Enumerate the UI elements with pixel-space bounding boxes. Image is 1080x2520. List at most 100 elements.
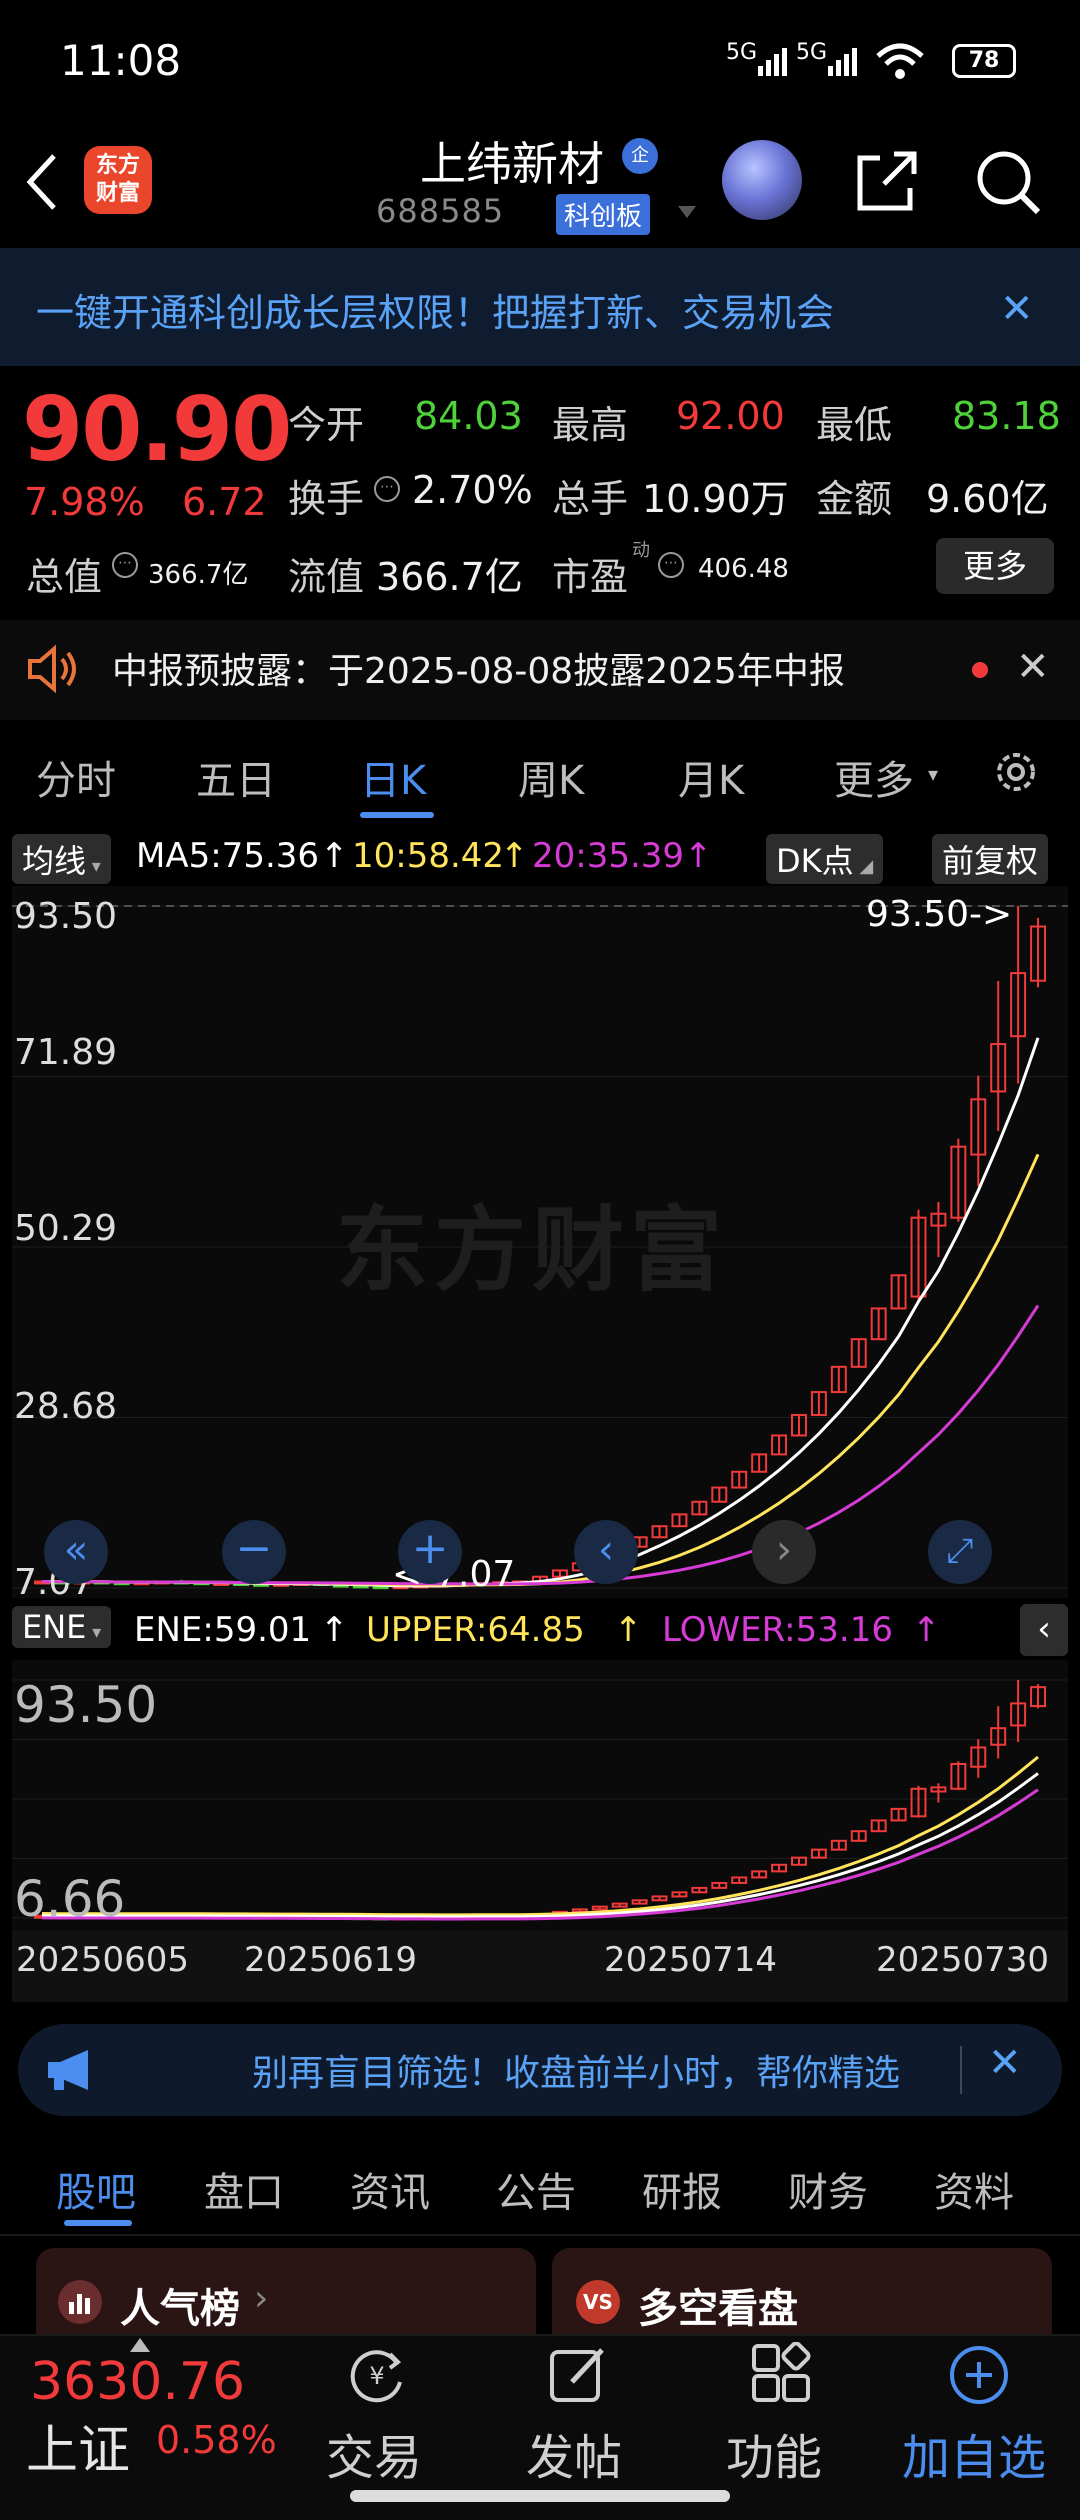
open-label: 今开	[288, 403, 365, 447]
signal-bars-icon-2	[828, 48, 857, 76]
features-button[interactable]: 功能	[726, 2418, 822, 2488]
step-left-icon[interactable]: ‹	[574, 1520, 638, 1584]
amount-label: 金额	[816, 477, 893, 521]
info-icon[interactable]: ⋯	[374, 476, 400, 502]
ene-upper-line	[41, 1755, 1039, 1917]
date-label: 20250730	[876, 1940, 1050, 1980]
amount-value: 9.60亿	[926, 477, 1049, 521]
volume-label: 总手	[552, 477, 629, 521]
tab-profile[interactable]: 资料	[934, 2160, 1014, 2218]
chevron-down-icon[interactable]	[676, 204, 698, 220]
info-icon[interactable]: ⋯	[112, 552, 138, 578]
close-icon[interactable]: ✕	[988, 2040, 1022, 2086]
pe-label: 市盈	[552, 555, 629, 599]
bull-bear-card-title[interactable]: 多空看盘	[638, 2276, 798, 2334]
float-value: 366.7亿	[376, 555, 523, 599]
ai-assistant-icon[interactable]	[722, 140, 802, 220]
ene-svg[interactable]	[12, 1660, 1068, 1930]
info-icon[interactable]: ⋯	[658, 552, 684, 578]
home-indicator	[350, 2490, 730, 2502]
tab-daily-k[interactable]: 日K	[360, 748, 426, 806]
close-icon[interactable]: ✕	[1000, 286, 1034, 332]
signal-5g-label: 5G	[726, 40, 758, 65]
chart-bars-icon	[58, 2280, 102, 2324]
ene-selector-label: ENE	[22, 1608, 87, 1646]
ene-mid-line	[41, 1772, 1039, 1919]
board-tag: 科创板	[556, 194, 651, 235]
ene-chart[interactable]	[12, 1660, 1068, 1930]
promo-text[interactable]: 别再盲目筛选！收盘前半小时，帮你精选	[252, 2044, 952, 2096]
banner-text[interactable]: 一键开通科创成长层权限！把握打新、交易机会	[36, 282, 834, 337]
tab-intraday[interactable]: 分时	[36, 748, 116, 806]
add-watchlist-button[interactable]: 加自选	[902, 2418, 1046, 2488]
stock-name[interactable]: 上纬新材	[420, 128, 604, 194]
ene-lower-value: LOWER:53.16	[662, 1610, 893, 1650]
open-value: 84.03	[414, 394, 523, 438]
tab-announcements[interactable]: 公告	[496, 2160, 576, 2218]
index-change[interactable]: 0.58%	[156, 2418, 277, 2462]
low-value: 83.18	[952, 394, 1061, 438]
low-label: 最低	[816, 403, 893, 447]
mktcap-label: 总值	[26, 555, 103, 599]
disclosure-text[interactable]: 中报预披露：于2025-08-08披露2025年中报	[112, 642, 845, 694]
ma20-value: 20:35.39	[532, 836, 685, 876]
app-logo: 东方 财富	[84, 146, 152, 214]
tab-weekly-k[interactable]: 周K	[518, 748, 584, 806]
collapse-panel-icon[interactable]: ‹	[1020, 1604, 1068, 1656]
y-axis-label: 71.89	[14, 1032, 118, 1073]
popularity-card-title[interactable]: 人气榜	[120, 2276, 240, 2334]
trade-icon[interactable]: ¥	[344, 2342, 410, 2408]
high-label: 最高	[552, 403, 629, 447]
close-icon[interactable]: ✕	[1016, 644, 1050, 690]
dk-point-button[interactable]: DK点 ◢	[766, 834, 884, 884]
zoom-out-icon[interactable]: −	[222, 1520, 286, 1584]
divider	[960, 2046, 962, 2094]
share-icon[interactable]	[854, 148, 920, 214]
fullscreen-icon[interactable]: ⤢	[928, 1520, 992, 1584]
watermark: 东方财富	[336, 1197, 729, 1304]
add-icon[interactable]	[946, 2342, 1012, 2408]
logo-line-1: 东方	[95, 153, 140, 178]
edit-post-icon[interactable]	[546, 2342, 612, 2408]
index-value[interactable]: 3630.76	[30, 2352, 245, 2412]
gear-icon[interactable]	[990, 746, 1042, 798]
trade-button[interactable]: 交易	[326, 2418, 422, 2488]
speaker-icon	[28, 644, 76, 694]
adjust-button[interactable]: 前复权	[932, 834, 1049, 884]
active-tab-indicator	[360, 812, 434, 818]
tab-news[interactable]: 资讯	[350, 2160, 430, 2218]
pe-value: 406.48	[698, 554, 789, 584]
tab-financials[interactable]: 财务	[788, 2160, 868, 2218]
tab-forum[interactable]: 股吧	[56, 2160, 136, 2218]
arrow-up-icon: ↑	[912, 1610, 941, 1650]
chevron-right-icon: ›	[254, 2278, 269, 2319]
search-icon[interactable]	[974, 148, 1042, 216]
grid-icon[interactable]	[748, 2342, 814, 2408]
signal-bars-icon	[758, 48, 787, 76]
tab-research[interactable]: 研报	[642, 2160, 722, 2218]
tab-more[interactable]: 更多	[834, 748, 914, 806]
tab-monthly-k[interactable]: 月K	[678, 748, 744, 806]
back-icon[interactable]	[22, 150, 62, 214]
ma-selector[interactable]: 均线 ▾	[12, 834, 111, 884]
max-marker: 93.50->	[866, 894, 1013, 935]
tab-orderbook[interactable]: 盘口	[204, 2160, 284, 2218]
arrow-up-icon: ↑	[684, 836, 713, 876]
zoom-in-icon[interactable]: +	[398, 1520, 462, 1584]
more-button[interactable]: 更多	[936, 538, 1054, 594]
post-button[interactable]: 发帖	[526, 2418, 622, 2488]
tab-five-day[interactable]: 五日	[196, 748, 276, 806]
dk-point-label: DK点	[776, 842, 854, 880]
ene-selector[interactable]: ENE ▾	[12, 1606, 112, 1648]
status-time: 11:08	[60, 36, 182, 85]
index-name[interactable]: 上证	[26, 2408, 130, 2483]
step-right-icon[interactable]: ›	[752, 1520, 816, 1584]
arrow-up-icon: ↑	[614, 1610, 643, 1650]
ma5-value: MA5:75.36	[136, 836, 320, 876]
scroll-left-icon[interactable]: «	[44, 1520, 108, 1584]
mktcap-value: 366.7亿	[148, 560, 249, 590]
ene-lower-line	[41, 1788, 1039, 1921]
turnover-value: 2.70%	[412, 468, 533, 512]
pe-dynamic-mark: 动	[632, 540, 650, 561]
svg-text:¥: ¥	[369, 2362, 384, 2390]
